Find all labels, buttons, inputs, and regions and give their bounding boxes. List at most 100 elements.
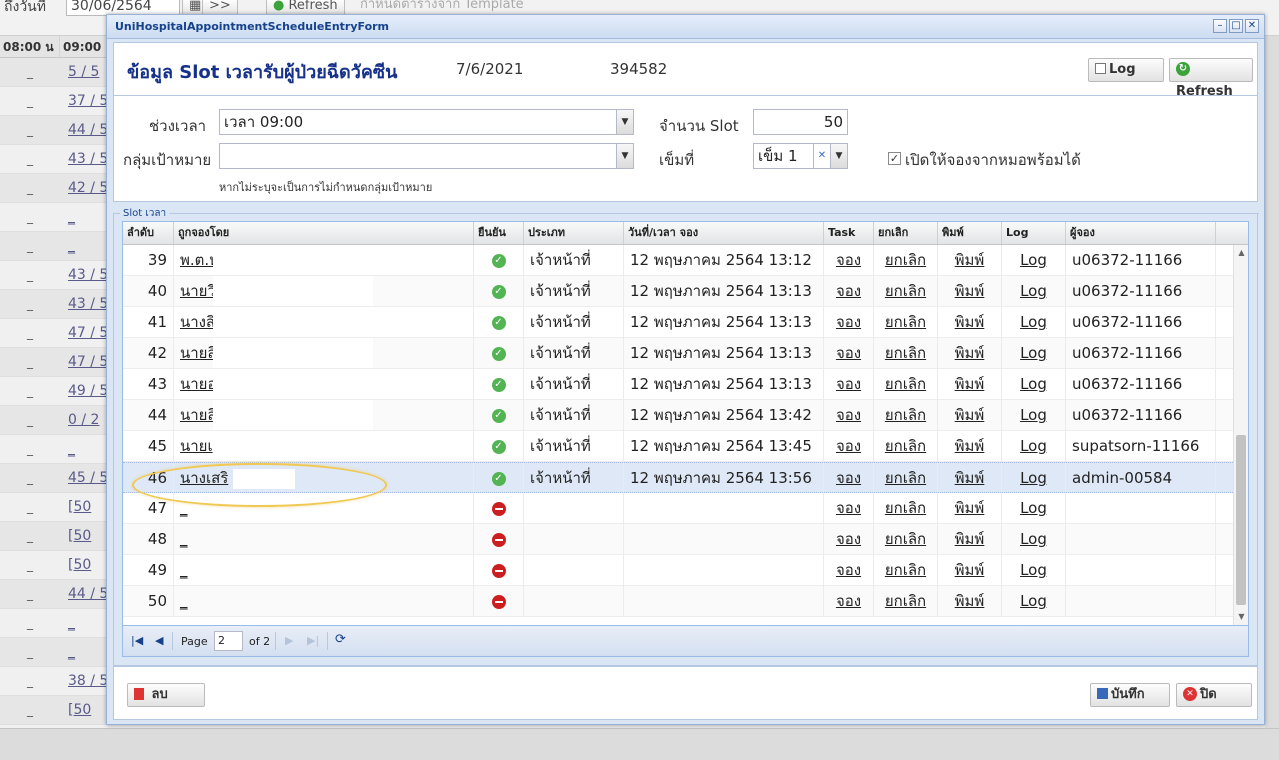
print-link[interactable]: พิมพ์ (938, 369, 1002, 399)
background-slot-link[interactable]: 43 / 5 (60, 261, 108, 290)
scroll-thumb[interactable] (1236, 435, 1246, 605)
background-slot-link[interactable]: 5 / 5 (60, 58, 108, 87)
save-button[interactable]: บันทึก (1090, 683, 1170, 707)
print-link[interactable]: พิมพ์ (938, 338, 1002, 368)
table-row[interactable]: 46 นางเสริ ✓ เจ้าหน้าที่ 12 พฤษภาคม 2564 13:… (123, 462, 1233, 493)
chevron-down-icon[interactable]: ▼ (616, 144, 633, 168)
background-slot-link[interactable]: [50 (60, 493, 108, 522)
cancel-link[interactable]: ยกเลิก (874, 369, 938, 399)
background-slot-link[interactable]: [50 (60, 522, 108, 551)
book-link[interactable]: จอง (824, 524, 874, 554)
log-link[interactable]: Log (1002, 338, 1066, 368)
cancel-link[interactable]: ยกเลิก (874, 493, 938, 523)
slot-count-input[interactable]: 50 (753, 109, 848, 135)
background-slot-link[interactable]: _ (60, 232, 108, 261)
book-link[interactable]: จอง (824, 307, 874, 337)
log-link[interactable]: Log (1002, 555, 1066, 585)
minimize-icon[interactable]: – (1213, 19, 1227, 33)
refresh-button[interactable]: ↻Refresh (1169, 58, 1253, 99)
cancel-link[interactable]: ยกเลิก (874, 431, 938, 461)
log-link[interactable]: Log (1002, 276, 1066, 306)
header-cancel[interactable]: ยกเลิก (874, 222, 938, 244)
header-no[interactable]: ลำดับ (123, 222, 174, 244)
background-slot-link[interactable]: _ (60, 638, 108, 667)
print-link[interactable]: พิมพ์ (938, 245, 1002, 275)
log-button[interactable]: Log (1088, 58, 1164, 82)
book-link[interactable]: จอง (824, 245, 874, 275)
table-row[interactable]: 40 นายวี ✓ เจ้าหน้าที่ 12 พฤษภาคม 2564 13:13… (123, 276, 1233, 307)
cancel-link[interactable]: ยกเลิก (874, 307, 938, 337)
print-link[interactable]: พิมพ์ (938, 586, 1002, 616)
log-link[interactable]: Log (1002, 524, 1066, 554)
table-row[interactable]: 48 _ จอง ยกเลิก พิมพ์ Log (123, 524, 1233, 555)
background-slot-link[interactable]: 43 / 5 (60, 145, 108, 174)
table-row[interactable]: 42 นายสิ ✓ เจ้าหน้าที่ 12 พฤษภาคม 2564 13:13… (123, 338, 1233, 369)
table-row[interactable]: 39 พ.ต.ห ✓ เจ้าหน้าที่ 12 พฤษภาคม 2564 13:12… (123, 245, 1233, 276)
chevron-down-icon[interactable]: ▼ (616, 110, 633, 134)
booked-by-link[interactable]: _ (174, 555, 474, 585)
log-link[interactable]: Log (1002, 463, 1066, 493)
table-row[interactable]: 43 นายอ ✓ เจ้าหน้าที่ 12 พฤษภาคม 2564 13:13 จ… (123, 369, 1233, 400)
book-link[interactable]: จอง (824, 463, 874, 493)
template-button[interactable]: กำหนดตารางจาก Template (360, 0, 524, 12)
book-link[interactable]: จอง (824, 493, 874, 523)
reload-icon[interactable]: ⟳ (335, 632, 346, 647)
background-slot-link[interactable]: [50 (60, 551, 108, 580)
doctor-booking-checkbox[interactable]: ✓ (888, 152, 901, 165)
print-link[interactable]: พิมพ์ (938, 400, 1002, 430)
book-link[interactable]: จอง (824, 338, 874, 368)
cancel-link[interactable]: ยกเลิก (874, 276, 938, 306)
delete-button[interactable]: ลบ (127, 683, 205, 707)
log-link[interactable]: Log (1002, 245, 1066, 275)
background-slot-link[interactable]: 37 / 5 (60, 87, 108, 116)
table-row[interactable]: 47 _ จอง ยกเลิก พิมพ์ Log (123, 493, 1233, 524)
first-page-icon[interactable]: |◀ (131, 634, 143, 647)
log-link[interactable]: Log (1002, 431, 1066, 461)
cancel-link[interactable]: ยกเลิก (874, 555, 938, 585)
window-titlebar[interactable]: UniHospitalAppointmentScheduleEntryForm … (107, 15, 1264, 39)
background-slot-link[interactable]: 42 / 5 (60, 174, 108, 203)
background-slot-link[interactable]: _ (60, 435, 108, 464)
log-link[interactable]: Log (1002, 307, 1066, 337)
group-select[interactable]: ▼ (219, 143, 634, 169)
last-page-icon[interactable]: ▶| (307, 634, 319, 647)
print-link[interactable]: พิมพ์ (938, 493, 1002, 523)
cancel-link[interactable]: ยกเลิก (874, 586, 938, 616)
table-row[interactable]: 45 นายเ ✓ เจ้าหน้าที่ 12 พฤษภาคม 2564 13:45 จ… (123, 431, 1233, 462)
background-slot-link[interactable]: 44 / 5 (60, 580, 108, 609)
background-slot-link[interactable]: 38 / 5 (60, 667, 108, 696)
table-row[interactable]: 49 _ จอง ยกเลิก พิมพ์ Log (123, 555, 1233, 586)
prev-page-icon[interactable]: ◀ (155, 634, 163, 647)
clear-icon[interactable]: ✕ (813, 144, 830, 168)
print-link[interactable]: พิมพ์ (938, 431, 1002, 461)
cancel-link[interactable]: ยกเลิก (874, 400, 938, 430)
book-link[interactable]: จอง (824, 276, 874, 306)
print-link[interactable]: พิมพ์ (938, 276, 1002, 306)
book-link[interactable]: จอง (824, 400, 874, 430)
maximize-icon[interactable]: □ (1229, 19, 1243, 33)
print-link[interactable]: พิมพ์ (938, 524, 1002, 554)
next-page-icon[interactable]: ▶ (285, 634, 293, 647)
background-slot-link[interactable]: _ (60, 609, 108, 638)
header-booking-datetime[interactable]: วันที่/เวลา จอง (624, 222, 824, 244)
booked-by-link[interactable]: _ (174, 524, 474, 554)
book-link[interactable]: จอง (824, 555, 874, 585)
background-slot-link[interactable]: 49 / 5 (60, 377, 108, 406)
header-log[interactable]: Log (1002, 222, 1066, 244)
background-slot-link[interactable]: _ (60, 203, 108, 232)
chevron-down-icon[interactable]: ▼ (830, 144, 847, 168)
background-slot-link[interactable]: 44 / 5 (60, 116, 108, 145)
time-select[interactable]: เวลา 09:00 ▼ (219, 109, 634, 135)
log-link[interactable]: Log (1002, 493, 1066, 523)
table-row[interactable]: 44 นายสิ ✓ เจ้าหน้าที่ 12 พฤษภาคม 2564 13:42… (123, 400, 1233, 431)
booked-by-link[interactable]: _ (174, 586, 474, 616)
log-link[interactable]: Log (1002, 586, 1066, 616)
header-print[interactable]: พิมพ์ (938, 222, 1002, 244)
background-slot-link[interactable]: 47 / 5 (60, 319, 108, 348)
cancel-link[interactable]: ยกเลิก (874, 463, 938, 493)
log-link[interactable]: Log (1002, 369, 1066, 399)
header-booker[interactable]: ผู้จอง (1066, 222, 1216, 244)
close-button[interactable]: ✕ ปิด (1176, 683, 1252, 707)
background-slot-link[interactable]: 47 / 5 (60, 348, 108, 377)
log-link[interactable]: Log (1002, 400, 1066, 430)
